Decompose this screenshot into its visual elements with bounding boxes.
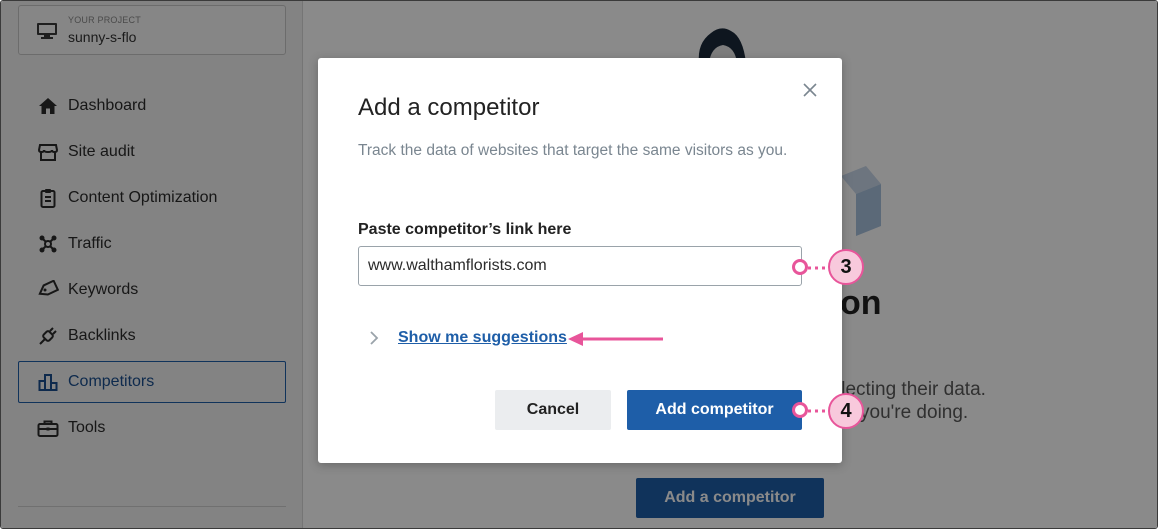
- close-icon[interactable]: [802, 82, 818, 98]
- chevron-right-icon[interactable]: [368, 330, 380, 346]
- dialog-description: Track the data of websites that target t…: [358, 142, 788, 159]
- add-competitor-dialog: Add a competitor Track the data of websi…: [318, 58, 842, 463]
- competitor-link-input[interactable]: [358, 246, 802, 286]
- step-4-badge: 4: [828, 393, 864, 429]
- annotation-arrow: [568, 332, 663, 346]
- competitor-link-label: Paste competitor’s link here: [358, 221, 572, 238]
- cancel-button[interactable]: Cancel: [495, 390, 611, 430]
- step-3-badge: 3: [828, 249, 864, 285]
- show-suggestions-link[interactable]: Show me suggestions: [398, 329, 567, 347]
- add-competitor-button[interactable]: Add competitor: [627, 390, 802, 430]
- annotation-dot-4: [792, 402, 808, 418]
- annotation-dot-3: [792, 259, 808, 275]
- app-window: YOUR PROJECT sunny-s-flo Dashboard Site …: [0, 0, 1158, 529]
- dialog-title: Add a competitor: [358, 94, 540, 121]
